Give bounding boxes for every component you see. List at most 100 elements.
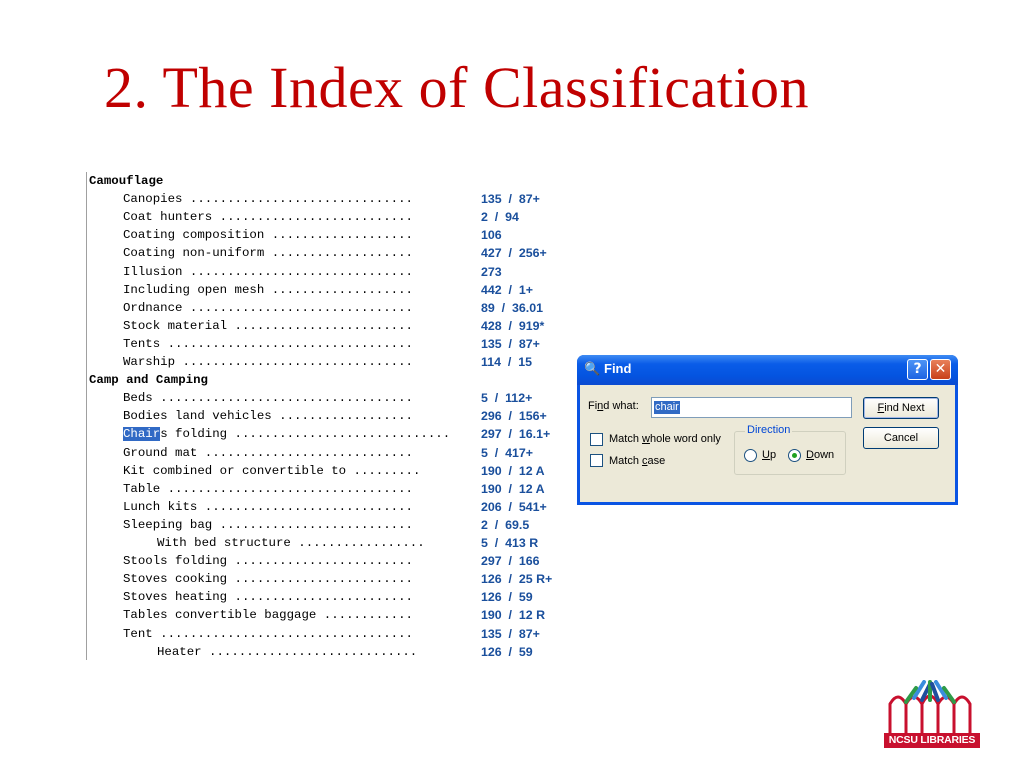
index-entry-text: Ground mat ............................	[123, 444, 413, 462]
index-entry-text: Coating non-uniform ...................	[123, 244, 413, 262]
index-entry-text: Stools folding ........................	[123, 552, 413, 570]
index-entry-reference: 126 / 25 R+	[481, 572, 553, 587]
match-case-checkbox[interactable]	[590, 454, 603, 467]
index-entry-text: Stoves cooking ........................	[123, 570, 413, 588]
index-entry: Lunch kits ............................ 2…	[87, 498, 567, 516]
find-dialog-icon: 🔍	[584, 362, 601, 377]
index-entry: Warship ............................... 1…	[87, 353, 567, 371]
index-entry: Tables convertible baggage ............ 1…	[87, 606, 567, 624]
index-entry-text: Canopies ..............................	[123, 190, 413, 208]
index-entry-reference: 126 / 59	[481, 644, 533, 659]
index-entry-reference: 190 / 12 R	[481, 608, 546, 623]
index-entry-label: Beds ..................................	[123, 391, 413, 406]
index-entry-reference: 190 / 12 A	[481, 463, 545, 478]
index-entry-reference: 5 / 112+	[481, 391, 533, 406]
index-entry: Stock material ........................ 4…	[87, 317, 567, 335]
help-button[interactable]: ?	[907, 359, 928, 380]
direction-label: Direction	[745, 424, 793, 436]
index-entry-text: Including open mesh ...................	[123, 281, 413, 299]
index-entry-text: Camp and Camping	[89, 371, 208, 389]
index-entry: Canopies .............................. 1…	[87, 190, 567, 208]
index-entry-label: Tent ..................................	[123, 626, 413, 641]
cancel-button[interactable]: Cancel	[863, 427, 939, 449]
dialog-title: Find	[604, 361, 632, 376]
match-case-label: Match case	[609, 455, 666, 467]
index-entry-label: Warship ...............................	[123, 355, 413, 369]
index-entry-reference: 442 / 1+	[481, 282, 534, 297]
find-what-value: chair	[654, 401, 680, 414]
close-button[interactable]: ✕	[930, 359, 951, 380]
index-entry-reference: 428 / 919*	[481, 318, 545, 333]
index-entry-label: Coating non-uniform ...................	[123, 246, 413, 261]
index-entry-label: Stools folding ........................	[123, 554, 413, 569]
index-entry-reference: 135 / 87+	[481, 192, 540, 207]
index-entry-reference: 114 / 15	[481, 355, 532, 369]
index-entry-text: Sleeping bag ..........................	[123, 516, 413, 534]
index-entry-reference: 206 / 541+	[481, 499, 547, 514]
index-entry-text: Tents .................................	[123, 335, 413, 353]
index-entry-label: Stock material ........................	[123, 318, 413, 333]
index-heading: Camouflage	[87, 172, 567, 190]
index-entry-label: Ordnance ..............................	[123, 300, 413, 315]
index-entry-text: Bodies land vehicles ..................	[123, 407, 413, 425]
index-entry-text: With bed structure .................	[157, 534, 425, 552]
index-entry-label: Canopies ..............................	[123, 192, 413, 207]
index-entry: Sleeping bag .......................... 2…	[87, 516, 567, 534]
index-entry-label: Stoves heating ........................	[123, 590, 413, 605]
index-entry-label: Table .................................	[123, 481, 413, 496]
index-entry-reference: 273	[481, 264, 502, 279]
index-entry-reference: 135 / 87+	[481, 336, 540, 351]
index-entry-reference: 297 / 16.1+	[481, 427, 551, 442]
index-entry: Kit combined or convertible to .........…	[87, 462, 567, 480]
index-entry: Ordnance .............................. 8…	[87, 299, 567, 317]
index-entry-label: Illusion ..............................	[123, 264, 413, 279]
find-next-button[interactable]: Find Next	[863, 397, 939, 419]
index-entry-reference: 106	[481, 228, 502, 243]
find-what-label: Find what:	[588, 400, 639, 412]
index-entry-label: Bodies land vehicles ..................	[123, 409, 413, 424]
match-whole-word-checkbox[interactable]	[590, 433, 603, 446]
index-entry-text: Ordnance ..............................	[123, 299, 413, 317]
index-entry: Heater ............................ 126 /…	[87, 643, 567, 661]
dialog-titlebar[interactable]: 🔍 Find ? ✕	[577, 355, 958, 385]
index-entry: Illusion .............................. 2…	[87, 263, 567, 281]
index-entry: Beds .................................. 5…	[87, 389, 567, 407]
direction-group: Direction Up Down	[734, 424, 846, 475]
index-entry-label: s folding .............................	[160, 427, 451, 442]
find-dialog: 🔍 Find ? ✕ Find what: chair Find Next Ca…	[577, 355, 958, 505]
index-entry: Bodies land vehicles .................. 2…	[87, 407, 567, 425]
index-entry-reference: 427 / 256+	[481, 246, 547, 261]
index-entry-label: Camouflage	[89, 174, 164, 188]
index-entry: Coating composition ................... 1…	[87, 226, 567, 244]
index-entry-reference: 5 / 417+	[481, 445, 534, 460]
index-entry-text: Coat hunters ..........................	[123, 208, 413, 226]
index-entry: Including open mesh ................... 4…	[87, 281, 567, 299]
direction-up-radio[interactable]	[744, 449, 757, 462]
index-entry-text: Heater ............................	[157, 643, 417, 661]
index-entry-reference: 297 / 166	[481, 554, 540, 569]
slide-title: 2. The Index of Classification	[104, 55, 809, 120]
direction-down-radio[interactable]	[788, 449, 801, 462]
index-entry-text: Tent ..................................	[123, 625, 413, 643]
index-entry-reference: 126 / 59	[481, 590, 533, 605]
index-entry-text: Coating composition ...................	[123, 226, 413, 244]
index-entry-text: Illusion ..............................	[123, 263, 413, 281]
index-entry-label: Tables convertible baggage ............	[123, 608, 413, 623]
direction-down-label: Down	[806, 449, 835, 461]
index-listing: Camouflage Canopies .....................…	[86, 172, 567, 660]
index-entry-reference: 89 / 36.01	[481, 300, 544, 315]
find-what-input[interactable]: chair	[651, 397, 852, 418]
index-entry-text: Table .................................	[123, 480, 413, 498]
index-entry-text: Warship ...............................	[123, 353, 413, 371]
index-entry: Stools folding ........................ 2…	[87, 552, 567, 570]
index-entry: With bed structure ................. 5 / …	[87, 534, 567, 552]
logo-text: NCSU LIBRARIES	[884, 733, 980, 748]
index-entry-text: Stock material ........................	[123, 317, 413, 335]
index-entry-reference: 5 / 413 R	[481, 536, 539, 550]
index-entry-label: Lunch kits ............................	[123, 499, 413, 514]
search-highlight: Chair	[123, 427, 161, 442]
index-entry: Ground mat ............................ 5…	[87, 444, 567, 462]
match-whole-word-label: Match whole word only	[609, 433, 721, 445]
direction-up-label: Up	[762, 449, 777, 461]
index-entry: Stoves heating ........................ 1…	[87, 588, 567, 606]
